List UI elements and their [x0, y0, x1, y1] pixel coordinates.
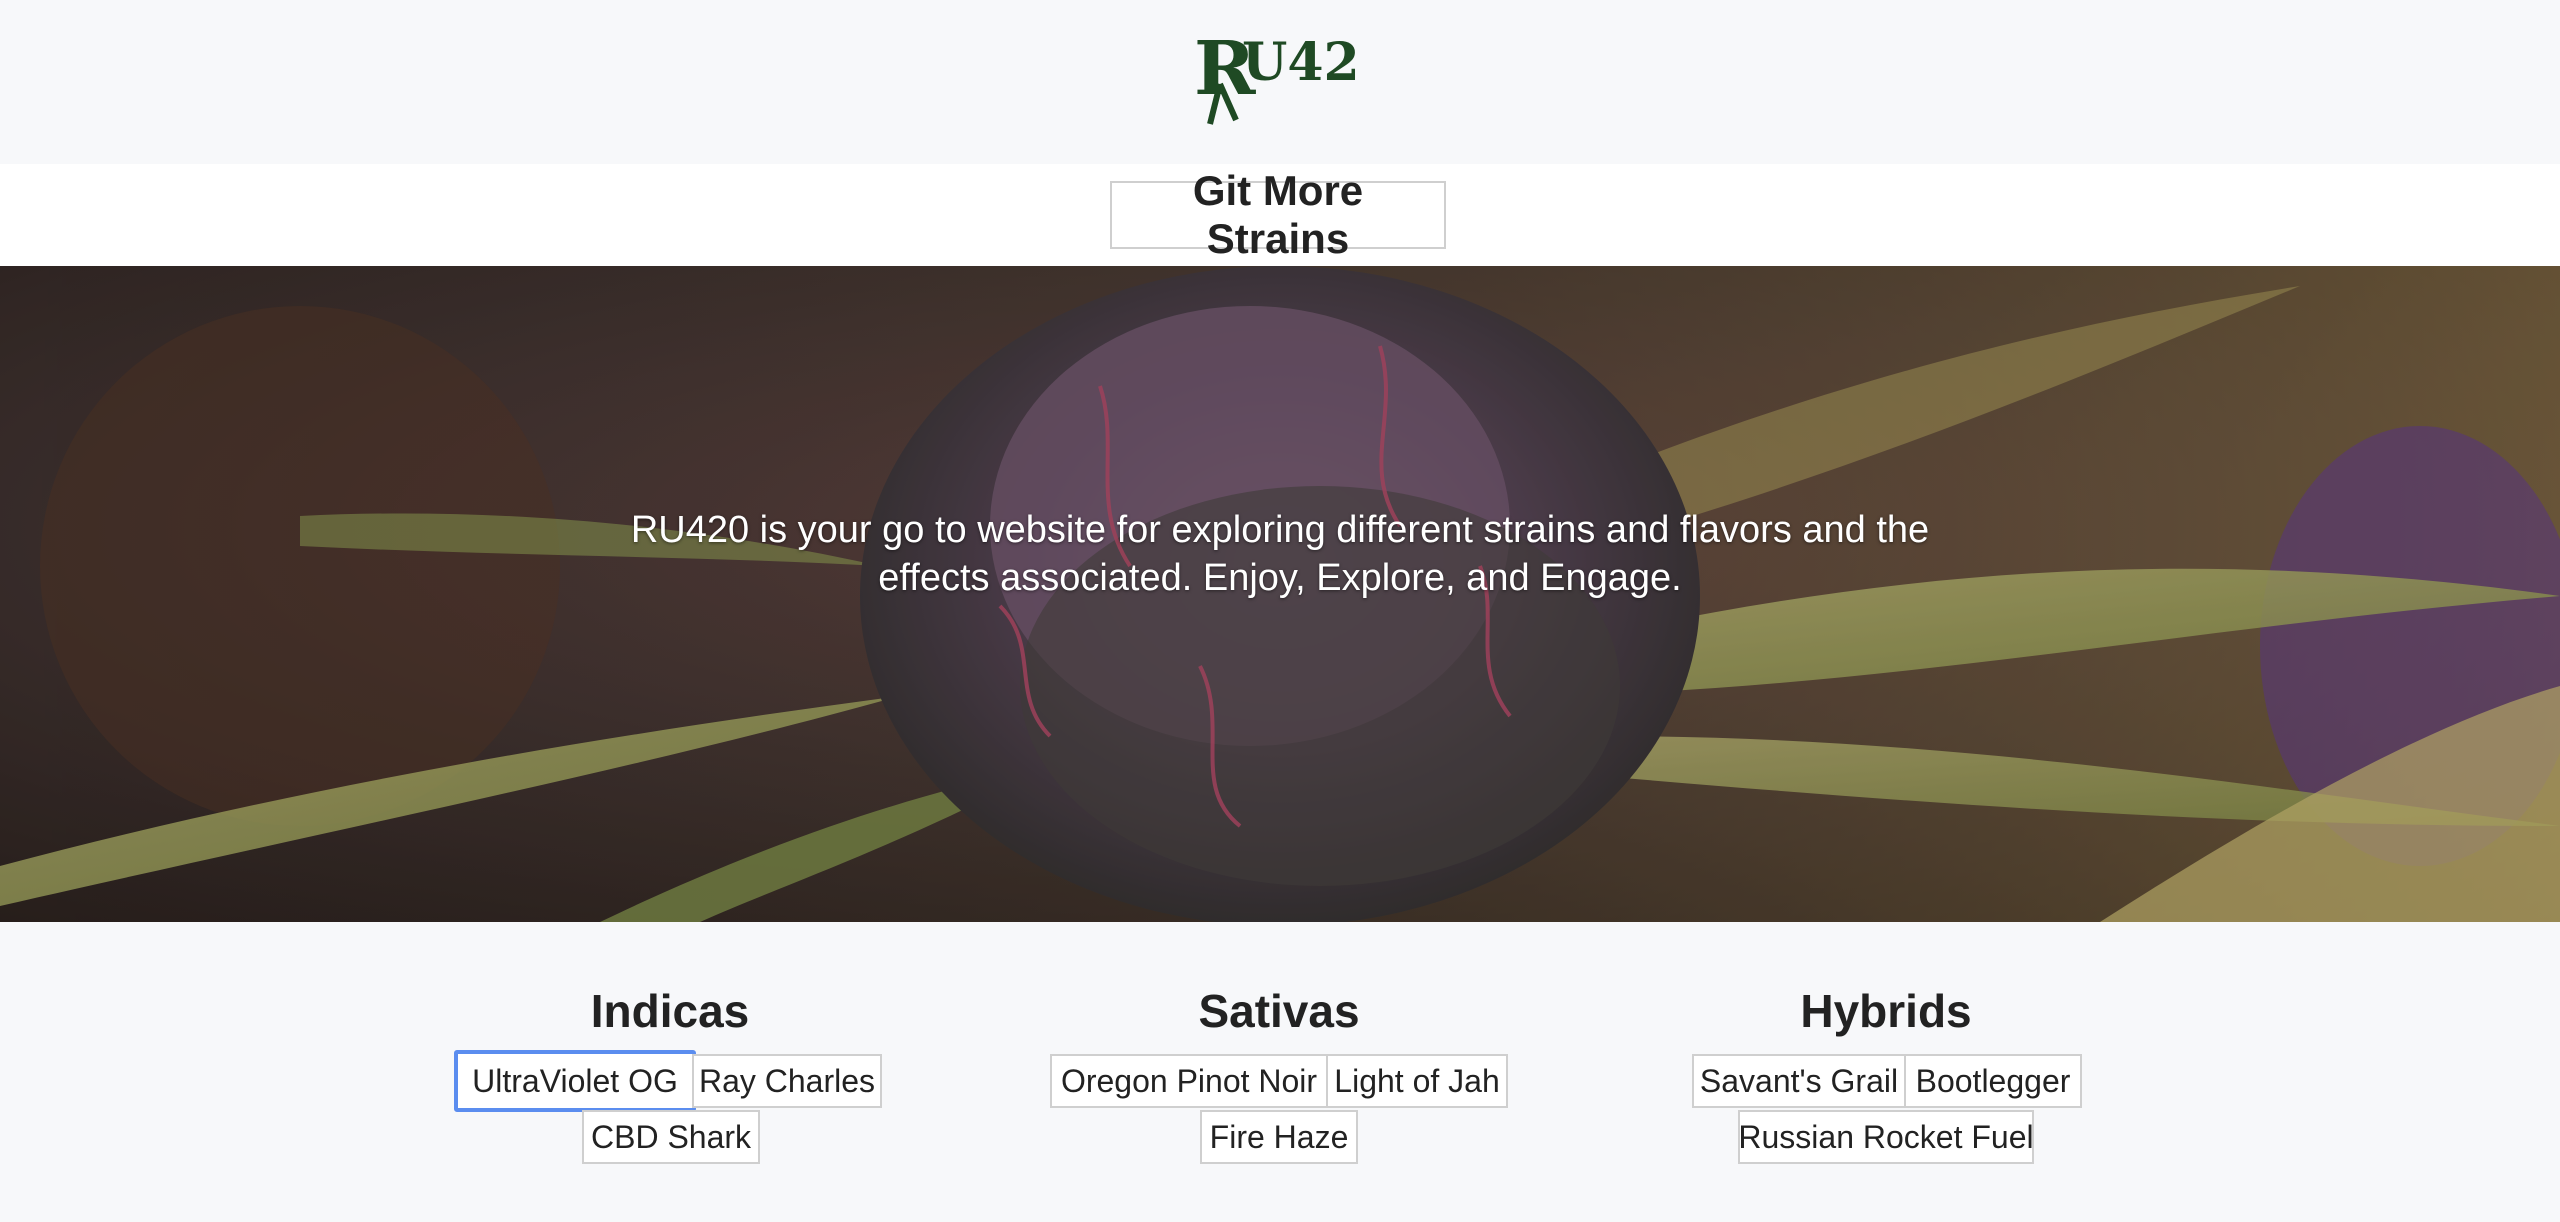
- git-more-strains-button[interactable]: Git More Strains: [1110, 167, 1446, 262]
- strain-button-ray-charles[interactable]: Ray Charles: [692, 1054, 882, 1108]
- sativas-heading: Sativas: [1198, 985, 1360, 1037]
- strain-button-russian-rocket-fuel[interactable]: Russian Rocket Fuel: [1738, 1110, 2034, 1164]
- hybrids-heading: Hybrids: [1800, 985, 1972, 1037]
- strain-button-oregon-pinot-noir[interactable]: Oregon Pinot Noir: [1050, 1054, 1328, 1108]
- hero-tagline-line-1: RU420 is your go to website for explorin…: [630, 509, 1930, 551]
- strain-button-fire-haze[interactable]: Fire Haze: [1200, 1110, 1358, 1164]
- hero-banner: RU420 is your go to website for explorin…: [0, 266, 2560, 922]
- strain-button-savants-grail[interactable]: Savant's Grail: [1692, 1054, 1906, 1108]
- site-header: R U420: [0, 0, 2560, 164]
- strain-button-cbd-shark[interactable]: CBD Shark: [582, 1110, 760, 1164]
- strain-button-ultraviolet-og[interactable]: UltraViolet OG: [454, 1050, 696, 1112]
- ru420-logo[interactable]: R U420: [1190, 14, 1360, 128]
- hero-tagline-line-2: effects associated. Enjoy, Explore, and …: [878, 557, 1682, 599]
- strain-button-light-of-jah[interactable]: Light of Jah: [1326, 1054, 1508, 1108]
- logo-text-u420: U420: [1242, 32, 1360, 93]
- hero-tagline: RU420 is your go to website for explorin…: [600, 506, 1960, 602]
- indicas-heading: Indicas: [590, 985, 750, 1037]
- strain-button-bootlegger[interactable]: Bootlegger: [1904, 1054, 2082, 1108]
